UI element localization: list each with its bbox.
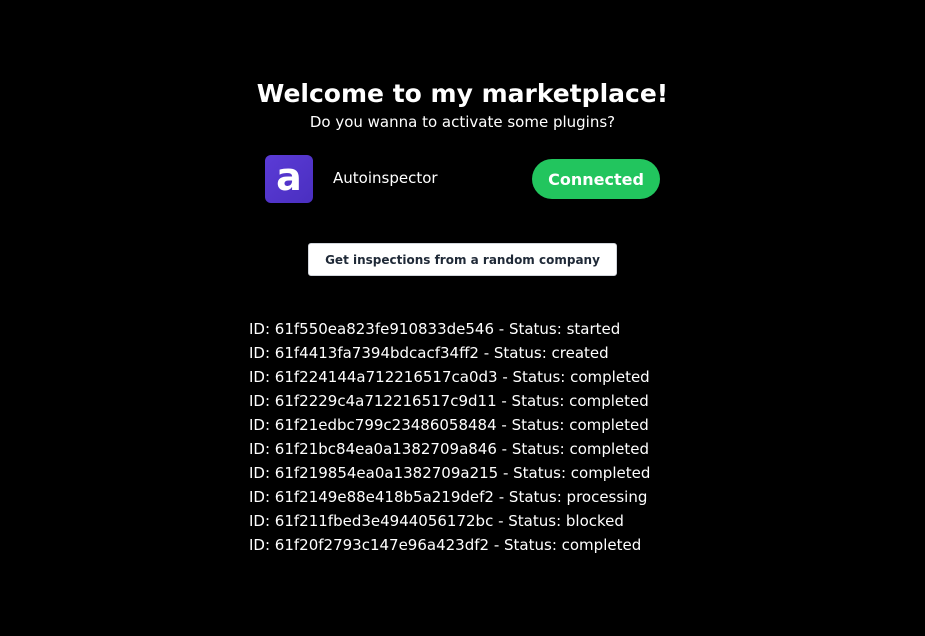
list-item: ID: 61f4413fa7394bdcacf34ff2 - Status: c… [249,344,609,362]
list-item: ID: 61f550ea823fe910833de546 - Status: s… [249,320,621,338]
list-item: ID: 61f21bc84ea0a1382709a846 - Status: c… [249,440,650,458]
get-random-inspections-button[interactable]: Get inspections from a random company [308,243,617,276]
list-item: ID: 61f2229c4a712216517c9d11 - Status: c… [249,392,649,410]
marketplace-page: Welcome to my marketplace! Do you wanna … [0,0,925,636]
list-item: ID: 61f211fbed3e4944056172bc - Status: b… [249,512,624,530]
list-item: ID: 61f21edbc799c23486058484 - Status: c… [249,416,649,434]
plugin-row-autoinspector: a Autoinspector Connected [265,155,660,203]
list-item: ID: 61f2149e88e418b5a219def2 - Status: p… [249,488,648,506]
plugin-name: Autoinspector [333,169,438,187]
inspection-list: ID: 61f550ea823fe910833de546 - Status: s… [249,317,650,557]
logo-letter: a [276,155,302,199]
connected-button[interactable]: Connected [532,159,660,199]
page-title: Welcome to my marketplace! [256,79,669,108]
list-item: ID: 61f224144a712216517ca0d3 - Status: c… [249,368,650,386]
autoinspector-logo-icon: a [265,155,313,203]
list-item: ID: 61f20f2793c147e96a423df2 - Status: c… [249,536,642,554]
list-item: ID: 61f219854ea0a1382709a215 - Status: c… [249,464,651,482]
page-subtitle: Do you wanna to activate some plugins? [309,113,616,131]
